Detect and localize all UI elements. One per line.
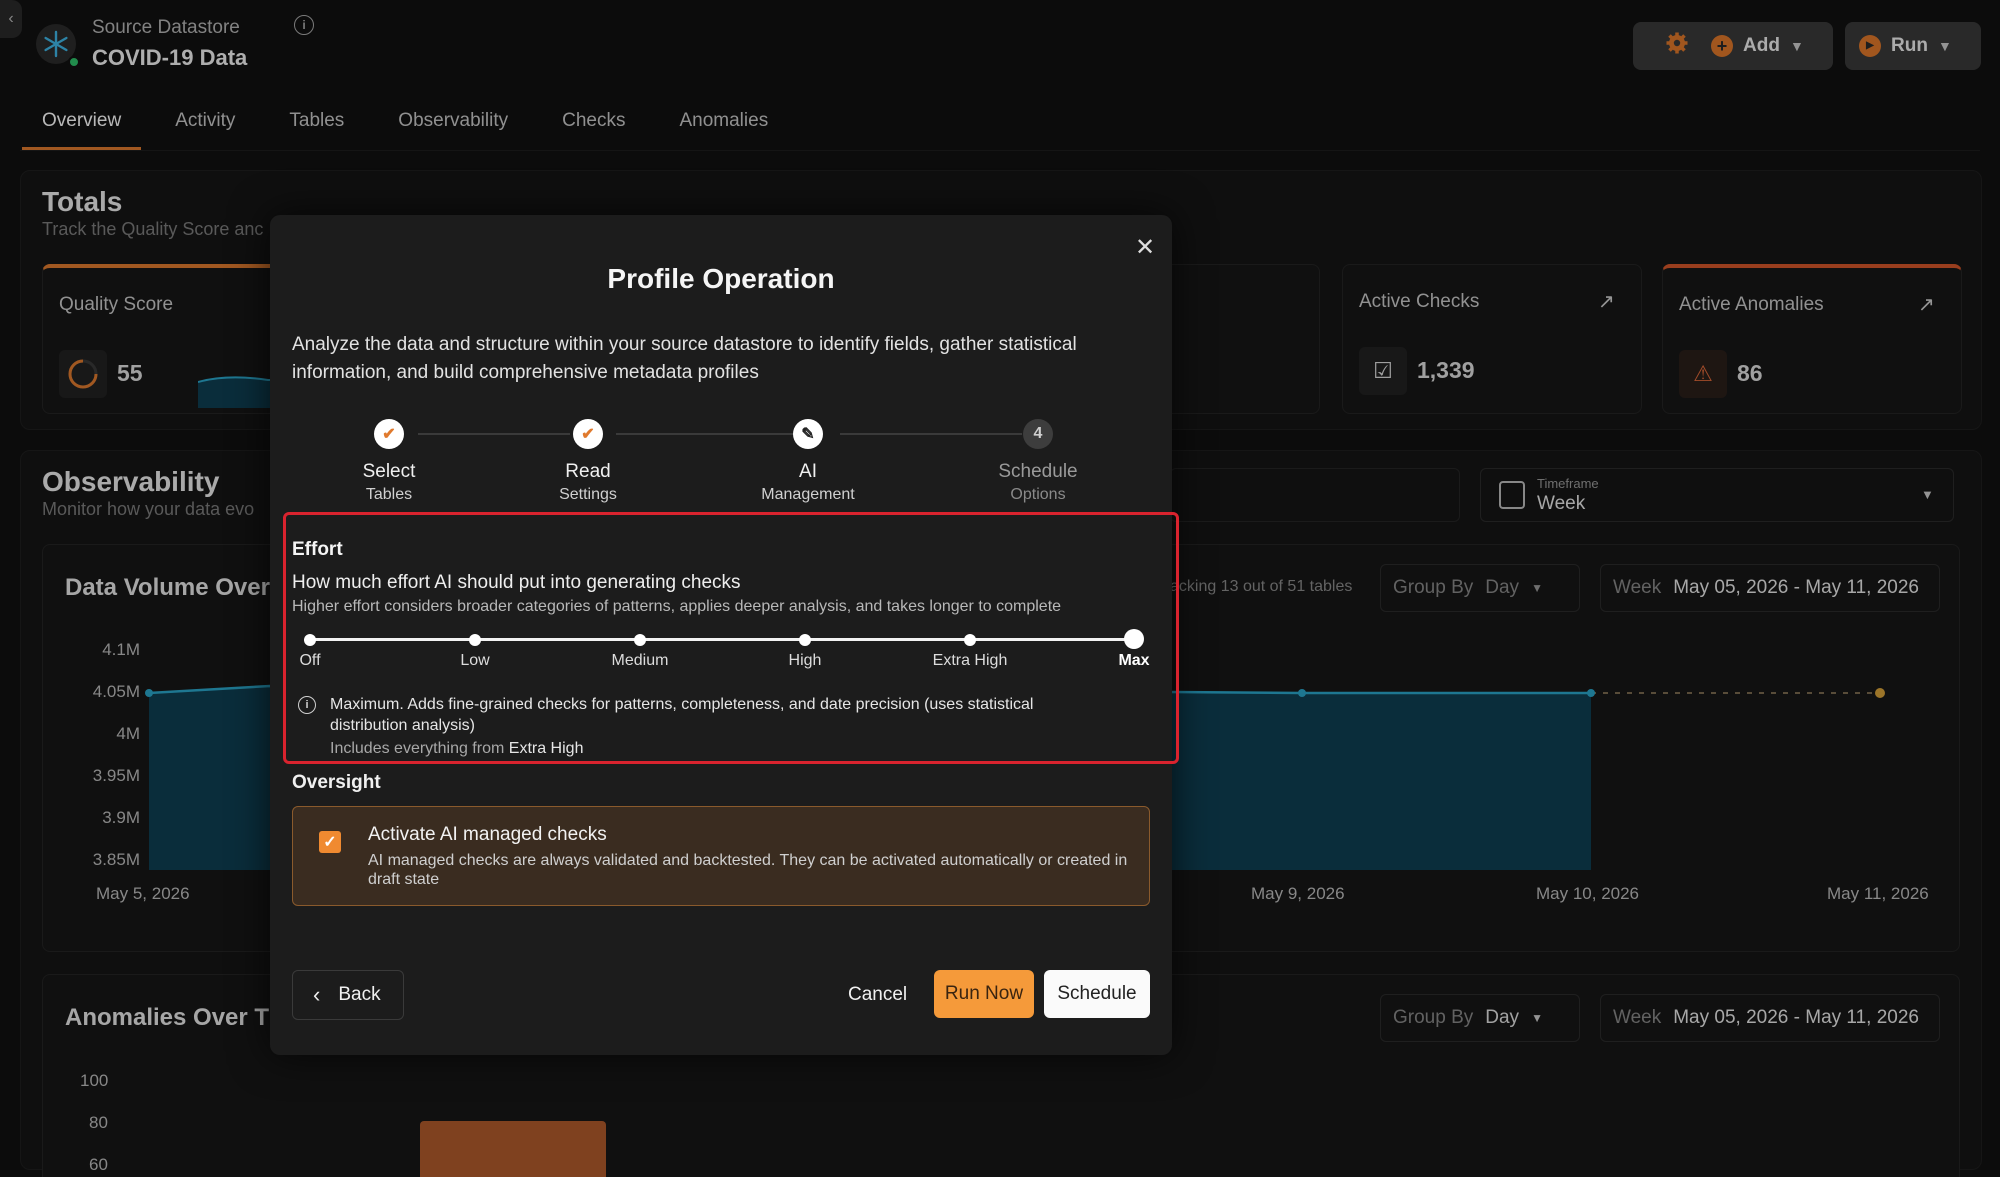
chevron-left-icon: ‹ [313,982,321,1007]
step-2-check-icon[interactable]: ✔ [573,419,603,449]
activate-ai-checks-label: Activate AI managed checks [368,824,607,845]
activate-ai-checks-checkbox[interactable]: ✓ [319,831,341,853]
stepper-connector [840,433,1022,435]
step-3-subtitle: Management [761,486,855,503]
schedule-button[interactable]: Schedule [1044,970,1150,1018]
step-3-title: AI [799,461,817,482]
cancel-button[interactable]: Cancel [848,970,907,1020]
step-1-subtitle: Tables [365,486,413,503]
activate-ai-checks-option[interactable]: ✓ Activate AI managed checks AI managed … [292,806,1150,906]
effort-highlight-box [283,512,1179,764]
step-3-pencil-icon[interactable]: ✎ [793,419,823,449]
back-button[interactable]: ‹ Back [292,970,404,1020]
oversight-heading: Oversight [292,772,381,793]
run-now-button[interactable]: Run Now [934,970,1034,1018]
step-4-number[interactable]: 4 [1023,419,1053,449]
dialog-description: Analyze the data and structure within yo… [292,334,1077,383]
step-2-title: Read [565,461,611,482]
dialog-title: Profile Operation [607,263,835,294]
back-button-label: Back [338,984,381,1005]
stepper-connector [616,433,796,435]
step-4-title: Schedule [998,461,1078,482]
stepper-connector [418,433,570,435]
close-icon[interactable]: ✕ [1130,233,1160,263]
step-1-title: Select [362,461,416,482]
step-2-subtitle: Settings [559,486,617,503]
activate-ai-checks-description: AI managed checks are always validated a… [368,852,1128,888]
step-4-subtitle: Options [1010,486,1066,503]
step-1-check-icon[interactable]: ✔ [374,419,404,449]
